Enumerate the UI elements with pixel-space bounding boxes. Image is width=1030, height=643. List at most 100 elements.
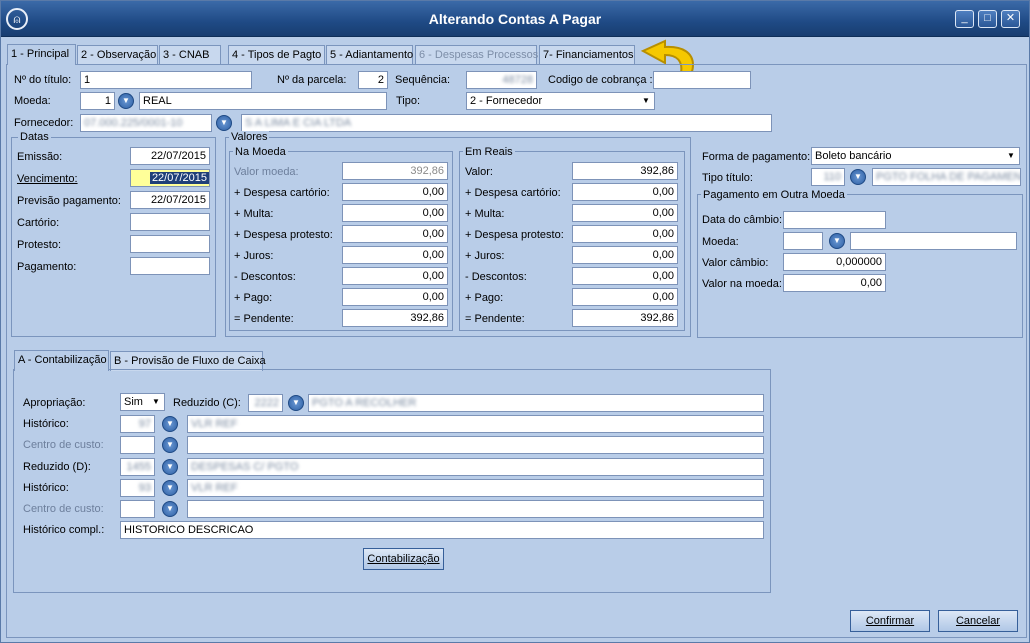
valor-cambio-input[interactable]: 0,000000 <box>783 253 886 271</box>
fornecedor-doc-input[interactable]: 07.000.225/0001-10 <box>80 114 212 132</box>
reduzido-c-lookup-button[interactable]: ▼ <box>288 395 304 411</box>
em-reais-row-label: Valor: <box>465 166 493 178</box>
centro1-lookup-button[interactable]: ▼ <box>162 437 178 453</box>
reduzido-c-input[interactable]: 2222 <box>248 394 283 412</box>
na-moeda-row-label: + Juros: <box>234 250 274 262</box>
na-moeda-row-input[interactable]: 0,00 <box>342 246 448 264</box>
tipo-titulo-code-value: 110 <box>823 171 841 183</box>
na-moeda-row-input[interactable]: 392,86 <box>342 309 448 327</box>
apropriacao-select[interactable]: Sim ▼ <box>120 393 165 411</box>
em-reais-row-input[interactable]: 0,00 <box>572 225 678 243</box>
historico2-lookup-button[interactable]: ▼ <box>162 480 178 496</box>
na-moeda-row-input[interactable]: 392,86 <box>342 162 448 180</box>
historico2-input[interactable]: 93 <box>120 479 155 497</box>
centro2-lookup-button[interactable]: ▼ <box>162 501 178 517</box>
em-reais-row-input[interactable]: 0,00 <box>572 204 678 222</box>
parcela-input[interactable]: 2 <box>358 71 388 89</box>
tipo-titulo-name-input[interactable]: PGTO FOLHA DE PAGAMENTO <box>872 168 1021 186</box>
subtab-provisao-fluxo[interactable]: B - Provisão de Fluxo de Caixa <box>110 351 266 371</box>
apropriacao-value: Sim <box>124 396 143 408</box>
centro2-name-input[interactable] <box>187 500 764 518</box>
na-moeda-row-input[interactable]: 0,00 <box>342 183 448 201</box>
centro2-label: Centro de custo: <box>23 503 104 515</box>
fornecedor-doc-value: 07.000.225/0001-10 <box>84 117 183 129</box>
centro1-input[interactable] <box>120 436 155 454</box>
reduzido-c-label: Reduzido (C): <box>173 397 241 409</box>
em-reais-row-input[interactable]: 0,00 <box>572 183 678 201</box>
moeda-lookup-button[interactable]: ▼ <box>118 93 134 109</box>
historico2-label: Histórico: <box>23 482 69 494</box>
vencimento-label: Vencimento: <box>17 173 78 185</box>
subtab-contabilizacao[interactable]: A - Contabilização <box>14 350 109 371</box>
close-button[interactable]: ✕ <box>1001 10 1020 28</box>
tab-observacao[interactable]: 2 - Observação <box>77 45 158 65</box>
historico1-lookup-button[interactable]: ▼ <box>162 416 178 432</box>
historico1-name-input[interactable]: VLR REF <box>187 415 764 433</box>
reduzido-d-label: Reduzido (D): <box>23 461 91 473</box>
previsao-input[interactable]: 22/07/2015 <box>130 191 210 209</box>
sequencia-input[interactable]: 48728 <box>466 71 537 89</box>
reduzido-d-name-input[interactable]: DESPESAS C/ PGTO <box>187 458 764 476</box>
reduzido-d-lookup-button[interactable]: ▼ <box>162 459 178 475</box>
reduzido-d-input[interactable]: 1455 <box>120 458 155 476</box>
em-reais-row-label: + Juros: <box>465 250 505 262</box>
historico1-input[interactable]: 97 <box>120 415 155 433</box>
tipo-titulo-lookup-button[interactable]: ▼ <box>850 169 866 185</box>
valor-moeda-input[interactable]: 0,00 <box>783 274 886 292</box>
outra-moeda-name-input[interactable] <box>850 232 1017 250</box>
protesto-input[interactable] <box>130 235 210 253</box>
moeda-name-input[interactable]: REAL <box>139 92 387 110</box>
protesto-label: Protesto: <box>17 239 62 251</box>
apropriacao-label: Apropriação: <box>23 397 86 409</box>
outra-moeda-lookup-button[interactable]: ▼ <box>829 233 845 249</box>
na-moeda-row-input[interactable]: 0,00 <box>342 204 448 222</box>
fornecedor-label: Fornecedor: <box>14 117 74 129</box>
em-reais-row-input[interactable]: 0,00 <box>572 267 678 285</box>
tipo-select[interactable]: 2 - Fornecedor ▼ <box>466 92 655 110</box>
title-bar[interactable]: ⍝ Alterando Contas A Pagar _ □ ✕ <box>1 1 1029 37</box>
contabilizacao-button[interactable]: Contabilização <box>363 548 444 570</box>
centro2-input[interactable] <box>120 500 155 518</box>
em-reais-row-input[interactable]: 0,00 <box>572 288 678 306</box>
cartorio-input[interactable] <box>130 213 210 231</box>
data-cambio-input[interactable] <box>783 211 886 229</box>
fornecedor-lookup-button[interactable]: ▼ <box>216 115 232 131</box>
tab-principal[interactable]: 1 - Principal <box>7 44 76 65</box>
titulo-input[interactable]: 1 <box>80 71 252 89</box>
emissao-input[interactable]: 22/07/2015 <box>130 147 210 165</box>
fornecedor-name-input[interactable]: S A LIMA E CIA LTDA <box>241 114 772 132</box>
confirmar-button[interactable]: Confirmar <box>850 610 930 632</box>
na-moeda-row-input[interactable]: 0,00 <box>342 225 448 243</box>
na-moeda-row-input[interactable]: 0,00 <box>342 288 448 306</box>
em-reais-row-input[interactable]: 392,86 <box>572 309 678 327</box>
historico1-name-value: VLR REF <box>191 418 238 430</box>
minimize-button[interactable]: _ <box>955 10 974 28</box>
titulo-label: Nº do título: <box>14 74 72 86</box>
hist-compl-input[interactable]: HISTORICO DESCRICAO <box>120 521 764 539</box>
historico2-name-value: VLR REF <box>191 482 238 494</box>
reduzido-c-name-input[interactable]: PGTO A RECOLHER <box>308 394 764 412</box>
forma-pagamento-select[interactable]: Boleto bancário ▼ <box>811 147 1020 165</box>
pagamento-date-input[interactable] <box>130 257 210 275</box>
vencimento-input[interactable]: 22/07/2015 <box>130 169 210 187</box>
moeda-code-input[interactable]: 1 <box>80 92 115 110</box>
tipo-titulo-code-input[interactable]: 110 <box>811 168 845 186</box>
tab-tipos-pagto[interactable]: 4 - Tipos de Pagto <box>228 45 325 65</box>
maximize-button[interactable]: □ <box>978 10 997 28</box>
em-reais-row-label: + Despesa protesto: <box>465 229 564 241</box>
historico2-name-input[interactable]: VLR REF <box>187 479 764 497</box>
em-reais-title: Em Reais <box>463 146 515 158</box>
moeda-label: Moeda: <box>14 95 51 107</box>
centro1-name-input[interactable] <box>187 436 764 454</box>
reduzido-d-name-value: DESPESAS C/ PGTO <box>191 461 299 473</box>
tab-cnab[interactable]: 3 - CNAB <box>159 45 221 65</box>
em-reais-row-input[interactable]: 392,86 <box>572 162 678 180</box>
em-reais-row-input[interactable]: 0,00 <box>572 246 678 264</box>
tab-financiamentos[interactable]: 7- Financiamentos <box>539 45 635 65</box>
outra-moeda-code-input[interactable] <box>783 232 823 250</box>
forma-pagamento-label: Forma de pagamento: <box>702 151 811 163</box>
cobranca-input[interactable] <box>653 71 751 89</box>
cancelar-button[interactable]: Cancelar <box>938 610 1018 632</box>
na-moeda-row-input[interactable]: 0,00 <box>342 267 448 285</box>
tab-adiantamento[interactable]: 5 - Adiantamento <box>326 45 413 65</box>
